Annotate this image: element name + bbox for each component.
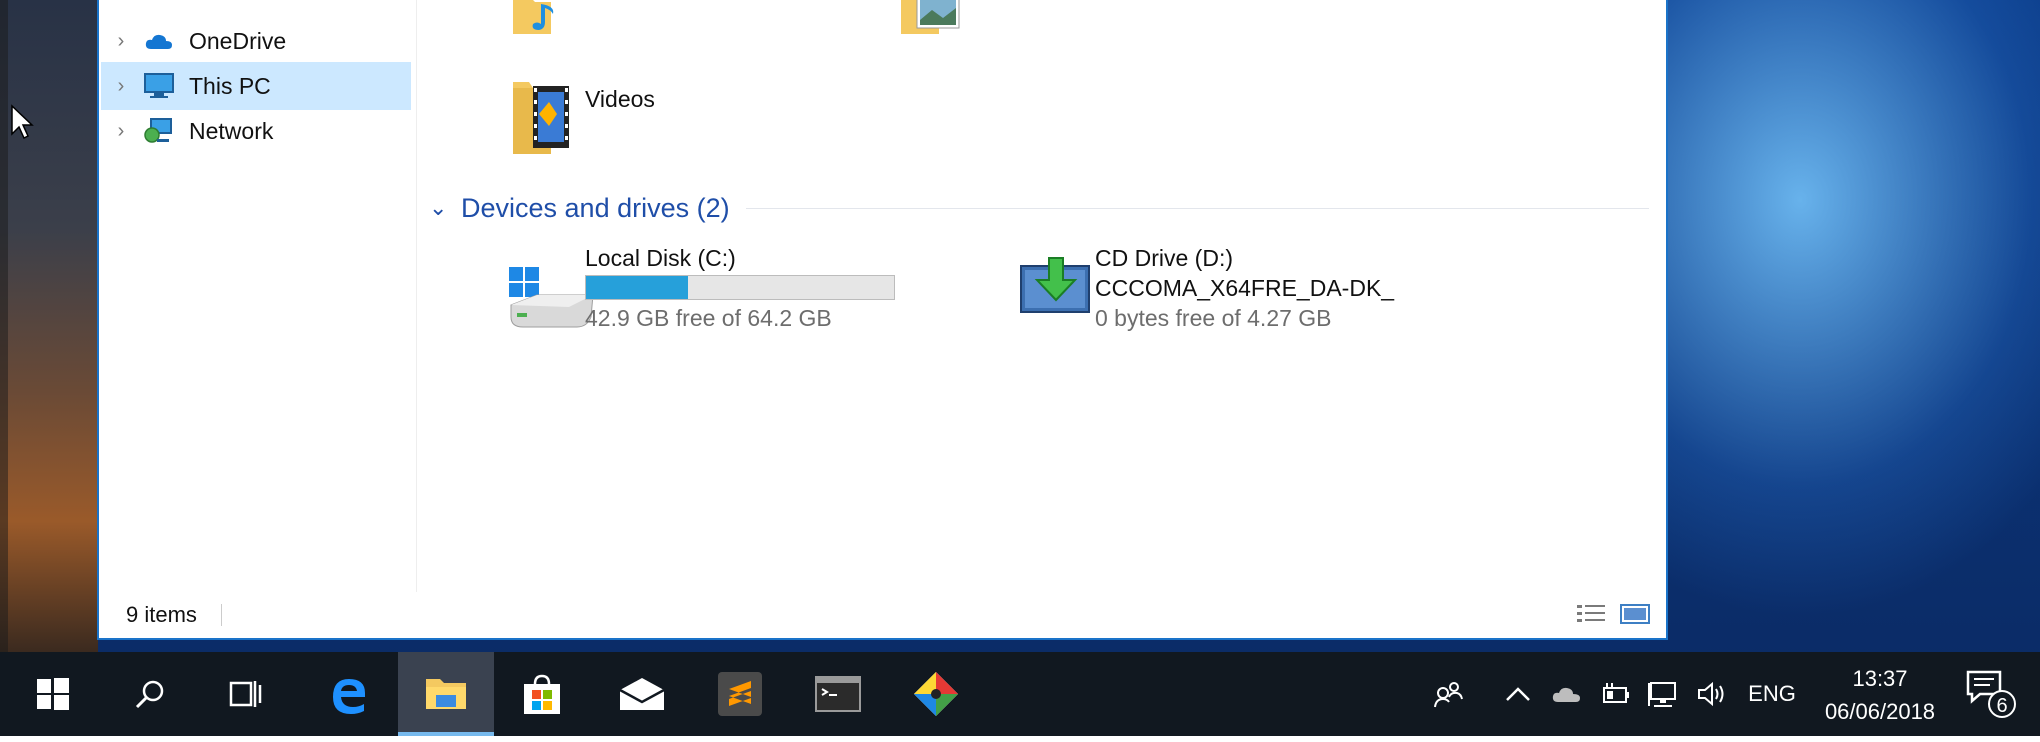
- file-explorer-icon: [426, 679, 466, 709]
- task-view-icon: [229, 681, 262, 707]
- battery-charging-icon[interactable]: [1596, 652, 1634, 736]
- mouse-cursor-icon: [10, 104, 34, 147]
- language-indicator[interactable]: ENG: [1744, 652, 1800, 736]
- drive-name: CD Drive (D:): [1095, 245, 1233, 271]
- nav-item-label: This PC: [189, 72, 271, 99]
- nav-item-this-pc[interactable]: › This PC: [101, 62, 411, 110]
- videos-folder-icon[interactable]: [511, 74, 571, 163]
- language-label: ENG: [1748, 681, 1796, 706]
- desktop-wallpaper-strip: [0, 0, 98, 652]
- windows-logo-icon: [37, 678, 69, 710]
- pictures-folder-icon[interactable]: [899, 0, 969, 41]
- action-center-button[interactable]: 6: [1966, 670, 2016, 718]
- local-disk-c[interactable]: Local Disk (C:) 42.9 GB free of 64.2 GB: [585, 243, 895, 333]
- file-explorer-button[interactable]: [398, 652, 494, 736]
- windows-disk-icon[interactable]: [507, 265, 597, 340]
- onedrive-cloud-icon: [141, 26, 177, 56]
- large-icons-view-icon[interactable]: [1619, 600, 1651, 628]
- drive-volume-label: CCCOMA_X64FRE_DA-DK_: [1095, 275, 1395, 301]
- drive-free-space: 42.9 GB free of 64.2 GB: [585, 305, 832, 331]
- disk-usage-bar: [585, 275, 895, 300]
- start-button[interactable]: [5, 652, 101, 736]
- this-pc-monitor-icon: [141, 71, 177, 101]
- people-icon[interactable]: [1428, 652, 1468, 736]
- devices-and-drives-group-header[interactable]: ⌄ Devices and drives (2): [429, 188, 1649, 228]
- chevron-right-icon[interactable]: ›: [101, 120, 141, 143]
- item-count: 9 items: [126, 602, 197, 627]
- store-icon: [524, 674, 560, 714]
- terminal-icon: [815, 676, 861, 712]
- nav-item-onedrive[interactable]: › OneDrive: [101, 17, 411, 65]
- music-folder-icon[interactable]: [511, 0, 567, 43]
- clock-time: 13:37: [1852, 666, 1908, 691]
- clock[interactable]: 13:37 06/06/2018: [1815, 662, 1945, 728]
- chevron-up-icon[interactable]: [1500, 652, 1536, 736]
- chevron-down-icon[interactable]: ⌄: [429, 195, 461, 221]
- volume-icon[interactable]: [1692, 652, 1732, 736]
- taskbar: ENG 13:37 06/06/2018 6: [0, 652, 2040, 742]
- store-button[interactable]: [494, 652, 590, 736]
- cd-drive-icon[interactable]: [1019, 252, 1093, 321]
- details-view-icon[interactable]: [1575, 600, 1607, 628]
- mail-button[interactable]: [594, 652, 690, 736]
- edge-button[interactable]: [300, 652, 396, 736]
- edge-icon: [333, 679, 365, 714]
- sublime-button[interactable]: [692, 652, 788, 736]
- onedrive-tray-icon[interactable]: [1548, 652, 1586, 736]
- clock-date: 06/06/2018: [1824, 699, 1936, 724]
- search-icon: [135, 680, 164, 709]
- group-divider: [745, 207, 1649, 209]
- git-icon: [914, 672, 958, 716]
- chevron-right-icon[interactable]: ›: [101, 75, 141, 98]
- notification-count-badge: 6: [1988, 690, 2016, 718]
- drive-free-space: 0 bytes free of 4.27 GB: [1095, 305, 1332, 331]
- videos-folder-label[interactable]: Videos: [585, 86, 655, 113]
- network-tray-icon[interactable]: [1644, 652, 1682, 736]
- sublime-text-icon: [718, 672, 762, 716]
- disk-usage-fill: [586, 276, 688, 299]
- mail-icon: [619, 678, 665, 710]
- status-divider: [221, 604, 222, 626]
- secondary-monitor-edge: [0, 736, 2040, 742]
- drive-name: Local Disk (C:): [585, 245, 736, 271]
- chevron-right-icon[interactable]: ›: [101, 30, 141, 53]
- git-button[interactable]: [888, 652, 984, 736]
- terminal-button[interactable]: [790, 652, 886, 736]
- nav-item-network[interactable]: › Network: [101, 107, 411, 155]
- status-bar: 9 items: [99, 592, 1666, 638]
- nav-item-label: Network: [189, 117, 274, 144]
- task-view-button[interactable]: [198, 652, 294, 736]
- group-title: Devices and drives (2): [461, 192, 730, 223]
- navigation-pane: › OneDrive › This PC › Network: [99, 0, 417, 592]
- file-explorer-window: › OneDrive › This PC › Network Videos ⌄ …: [97, 0, 1668, 640]
- content-pane: Videos ⌄ Devices and drives (2) Local Di…: [419, 0, 1666, 592]
- cd-drive-d[interactable]: CD Drive (D:) CCCOMA_X64FRE_DA-DK_ 0 byt…: [1095, 243, 1394, 333]
- nav-item-label: OneDrive: [189, 27, 287, 54]
- search-button[interactable]: [102, 652, 198, 736]
- network-icon: [141, 116, 177, 146]
